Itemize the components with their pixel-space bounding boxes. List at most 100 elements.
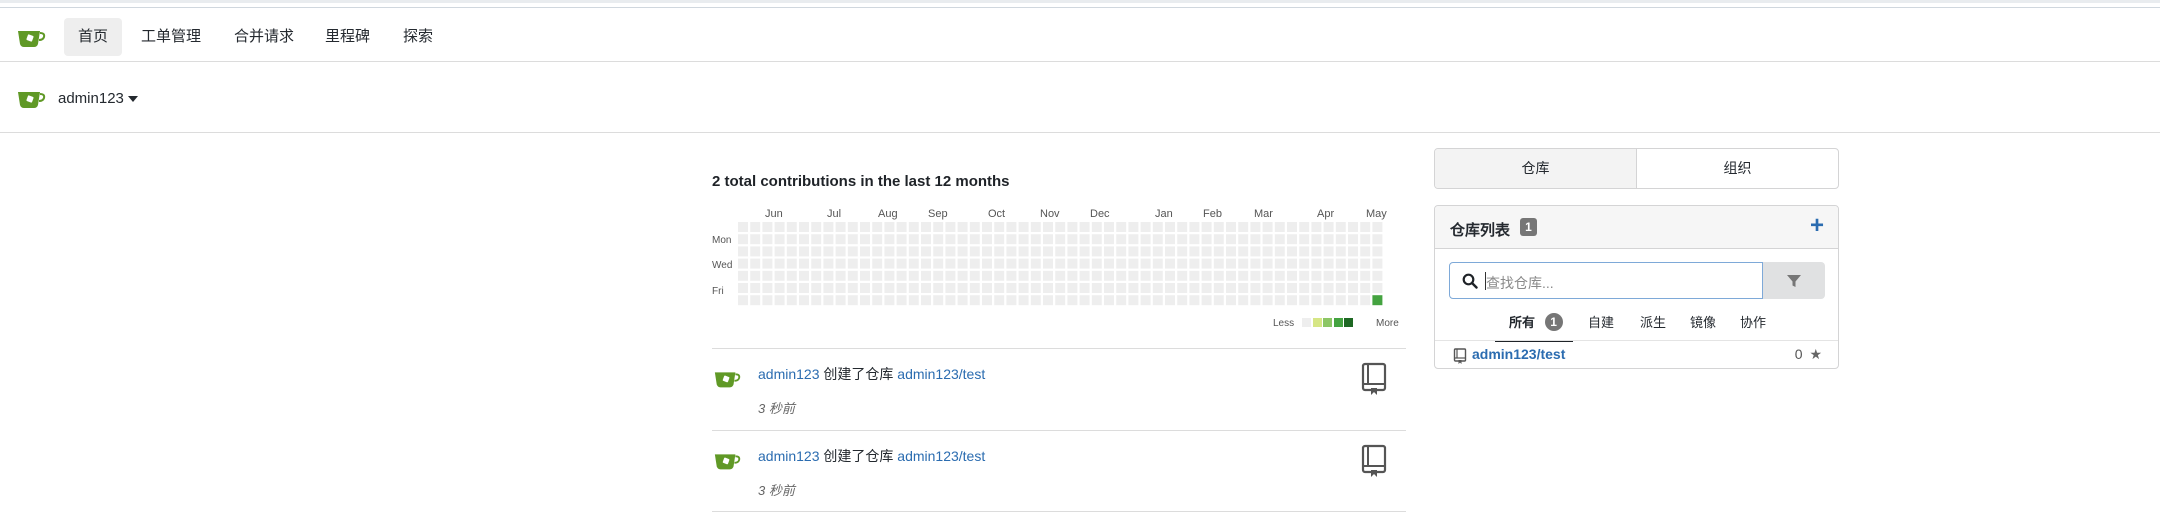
heatmap-cell[interactable] (1250, 270, 1261, 281)
heatmap-cell[interactable] (750, 246, 761, 257)
heatmap-cell[interactable] (1043, 258, 1053, 269)
heatmap-cell[interactable] (1030, 270, 1041, 281)
heatmap-cell[interactable] (969, 246, 980, 257)
heatmap-cell[interactable] (1067, 234, 1078, 245)
heatmap-cell[interactable] (1030, 258, 1041, 269)
heatmap-cell[interactable] (1018, 222, 1029, 232)
heatmap-cell[interactable] (1116, 246, 1127, 257)
heatmap-cell[interactable] (860, 283, 870, 293)
heatmap-cell[interactable] (933, 234, 944, 245)
heatmap-cell[interactable] (860, 222, 870, 232)
heatmap-cell[interactable] (1348, 270, 1358, 281)
heatmap-cell[interactable] (933, 246, 944, 257)
heatmap-cell[interactable] (872, 234, 883, 245)
heatmap-cell[interactable] (1030, 246, 1041, 257)
heatmap-cell[interactable] (1372, 295, 1383, 306)
heatmap-cell[interactable] (957, 246, 968, 257)
feed-avatar[interactable] (713, 449, 741, 471)
heatmap-cell[interactable] (1067, 270, 1078, 281)
heatmap-cell[interactable] (982, 295, 992, 306)
heatmap-cell[interactable] (762, 234, 773, 245)
heatmap-cell[interactable] (945, 270, 956, 281)
heatmap-cell[interactable] (1152, 295, 1163, 306)
heatmap-cell[interactable] (1006, 234, 1017, 245)
feed-user-link[interactable]: admin123 (758, 448, 820, 464)
heatmap-cell[interactable] (1348, 222, 1358, 232)
heatmap-cell[interactable] (994, 222, 1005, 232)
heatmap-cell[interactable] (1287, 234, 1297, 245)
heatmap-cell[interactable] (872, 258, 883, 269)
repo-link[interactable]: admin123/test (1472, 346, 1565, 362)
heatmap-cell[interactable] (969, 295, 980, 306)
nav-milestones[interactable]: 里程碑 (311, 18, 384, 56)
heatmap-cell[interactable] (799, 222, 809, 232)
heatmap-cell[interactable] (738, 283, 748, 293)
heatmap-cell[interactable] (945, 246, 956, 257)
heatmap-cell[interactable] (811, 270, 822, 281)
heatmap-cell[interactable] (1348, 234, 1358, 245)
heatmap-cell[interactable] (994, 295, 1005, 306)
heatmap-cell[interactable] (1213, 258, 1224, 269)
heatmap-cell[interactable] (1091, 246, 1102, 257)
heatmap-cell[interactable] (1335, 270, 1346, 281)
heatmap-cell[interactable] (1262, 295, 1273, 306)
heatmap-cell[interactable] (738, 234, 748, 245)
heatmap-cell[interactable] (1018, 246, 1029, 257)
heatmap-cell[interactable] (799, 283, 809, 293)
heatmap-cell[interactable] (933, 258, 944, 269)
heatmap-cell[interactable] (1274, 234, 1285, 245)
heatmap-cell[interactable] (835, 222, 846, 232)
heatmap-cell[interactable] (799, 295, 809, 306)
heatmap-cell[interactable] (872, 222, 883, 232)
heatmap-cell[interactable] (750, 270, 761, 281)
heatmap-cell[interactable] (1311, 246, 1322, 257)
heatmap-cell[interactable] (1177, 295, 1188, 306)
heatmap-cell[interactable] (1189, 258, 1200, 269)
heatmap-cell[interactable] (1335, 234, 1346, 245)
heatmap-cell[interactable] (847, 283, 858, 293)
heatmap-cell[interactable] (1287, 270, 1297, 281)
heatmap-cell[interactable] (738, 270, 748, 281)
heatmap-cell[interactable] (1348, 283, 1358, 293)
heatmap-cell[interactable] (908, 246, 919, 257)
heatmap-cell[interactable] (860, 270, 870, 281)
caret-down-icon[interactable] (128, 96, 138, 102)
heatmap-cell[interactable] (762, 222, 773, 232)
heatmap-cell[interactable] (1311, 270, 1322, 281)
heatmap-cell[interactable] (1055, 295, 1066, 306)
heatmap-cell[interactable] (1201, 234, 1212, 245)
heatmap-cell[interactable] (921, 222, 931, 232)
heatmap-cell[interactable] (896, 258, 907, 269)
heatmap-cell[interactable] (1128, 246, 1139, 257)
heatmap-cell[interactable] (811, 222, 822, 232)
tab-repositories[interactable]: 仓库 (1435, 149, 1636, 188)
heatmap-cell[interactable] (799, 270, 809, 281)
heatmap-cell[interactable] (884, 258, 895, 269)
feed-avatar[interactable] (713, 367, 741, 389)
heatmap-cell[interactable] (1238, 234, 1249, 245)
heatmap-cell[interactable] (921, 295, 931, 306)
heatmap-cell[interactable] (872, 246, 883, 257)
heatmap-cell[interactable] (799, 258, 809, 269)
heatmap-cell[interactable] (1116, 283, 1127, 293)
heatmap-cell[interactable] (835, 270, 846, 281)
heatmap-cell[interactable] (1055, 258, 1066, 269)
heatmap-cell[interactable] (1226, 295, 1236, 306)
heatmap-cell[interactable] (1250, 234, 1261, 245)
heatmap-cell[interactable] (1311, 234, 1322, 245)
heatmap-cell[interactable] (982, 270, 992, 281)
heatmap-cell[interactable] (1323, 246, 1334, 257)
heatmap-cell[interactable] (1018, 258, 1029, 269)
heatmap-cell[interactable] (1140, 283, 1151, 293)
heatmap-cell[interactable] (908, 258, 919, 269)
heatmap-cell[interactable] (860, 234, 870, 245)
heatmap-cell[interactable] (1067, 222, 1078, 232)
heatmap-cell[interactable] (774, 222, 785, 232)
heatmap-cell[interactable] (1238, 270, 1249, 281)
heatmap-cell[interactable] (1116, 258, 1127, 269)
new-repo-plus-icon[interactable]: + (1810, 214, 1824, 238)
heatmap-cell[interactable] (921, 234, 931, 245)
heatmap-cell[interactable] (1177, 270, 1188, 281)
filter-all[interactable]: 所有 1 (1509, 309, 1563, 337)
heatmap-cell[interactable] (921, 283, 931, 293)
